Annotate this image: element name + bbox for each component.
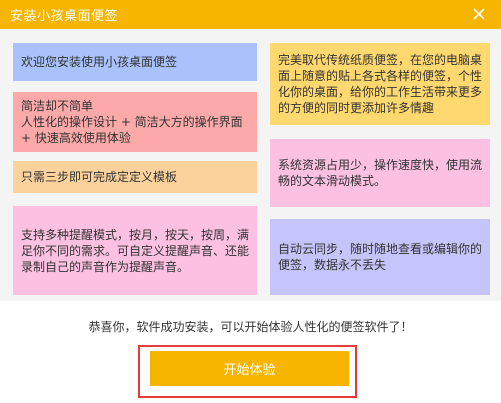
window-title: 安装小孩桌面便签 — [10, 9, 119, 24]
feature-text: 支持多种提醒模式，按月，按天，按周，满足你不同的需求。可自定义提醒声音、还能录制… — [21, 227, 250, 274]
footer: 恭喜你，软件成功安装，可以开始体验人性化的便签软件了！ 开始体验 — [0, 301, 501, 403]
feature-card-cloud-sync: 自动云同步，随时随地查看或编辑你的便签，数据永不丢失 — [270, 219, 490, 295]
feature-card-welcome: 欢迎您安装使用小孩桌面便签 — [13, 43, 257, 81]
feature-text: 系统资源占用少，操作速度快，使用流畅的文本滑动模式。 — [278, 158, 483, 188]
title-bar: 安装小孩桌面便签 — [0, 0, 501, 29]
feature-card-template: 只需三步即可完成定定义模板 — [13, 161, 257, 193]
feature-text: 完美取代传统纸质便签，在您的电脑桌面上随意的贴上各式各样的便签，个性化你的桌面，… — [278, 53, 483, 115]
feature-panel: 欢迎您安装使用小孩桌面便签 简洁却不简单 人性化的操作设计 + 简洁大方的操作界… — [0, 29, 501, 301]
install-success-message: 恭喜你，软件成功安装，可以开始体验人性化的便签软件了！ — [88, 320, 413, 334]
start-experience-button[interactable]: 开始体验 — [150, 351, 349, 386]
feature-card-replace-paper: 完美取代传统纸质便签，在您的电脑桌面上随意的贴上各式各样的便签，个性化你的桌面，… — [270, 43, 490, 125]
feature-text: 简洁却不简单 人性化的操作设计 + 简洁大方的操作界面 + 快速高效使用体验 — [21, 99, 243, 145]
feature-card-simple: 简洁却不简单 人性化的操作设计 + 简洁大方的操作界面 + 快速高效使用体验 — [13, 92, 257, 152]
feature-text: 自动云同步，随时随地查看或编辑你的便签，数据永不丢失 — [278, 242, 483, 272]
feature-card-reminder: 支持多种提醒模式，按月，按天，按周，满足你不同的需求。可自定义提醒声音、还能录制… — [13, 206, 257, 295]
close-icon[interactable] — [471, 6, 487, 22]
feature-card-performance: 系统资源占用少，操作速度快，使用流畅的文本滑动模式。 — [270, 139, 490, 207]
feature-text: 欢迎您安装使用小孩桌面便签 — [21, 55, 178, 69]
feature-text: 只需三步即可完成定定义模板 — [21, 170, 178, 184]
